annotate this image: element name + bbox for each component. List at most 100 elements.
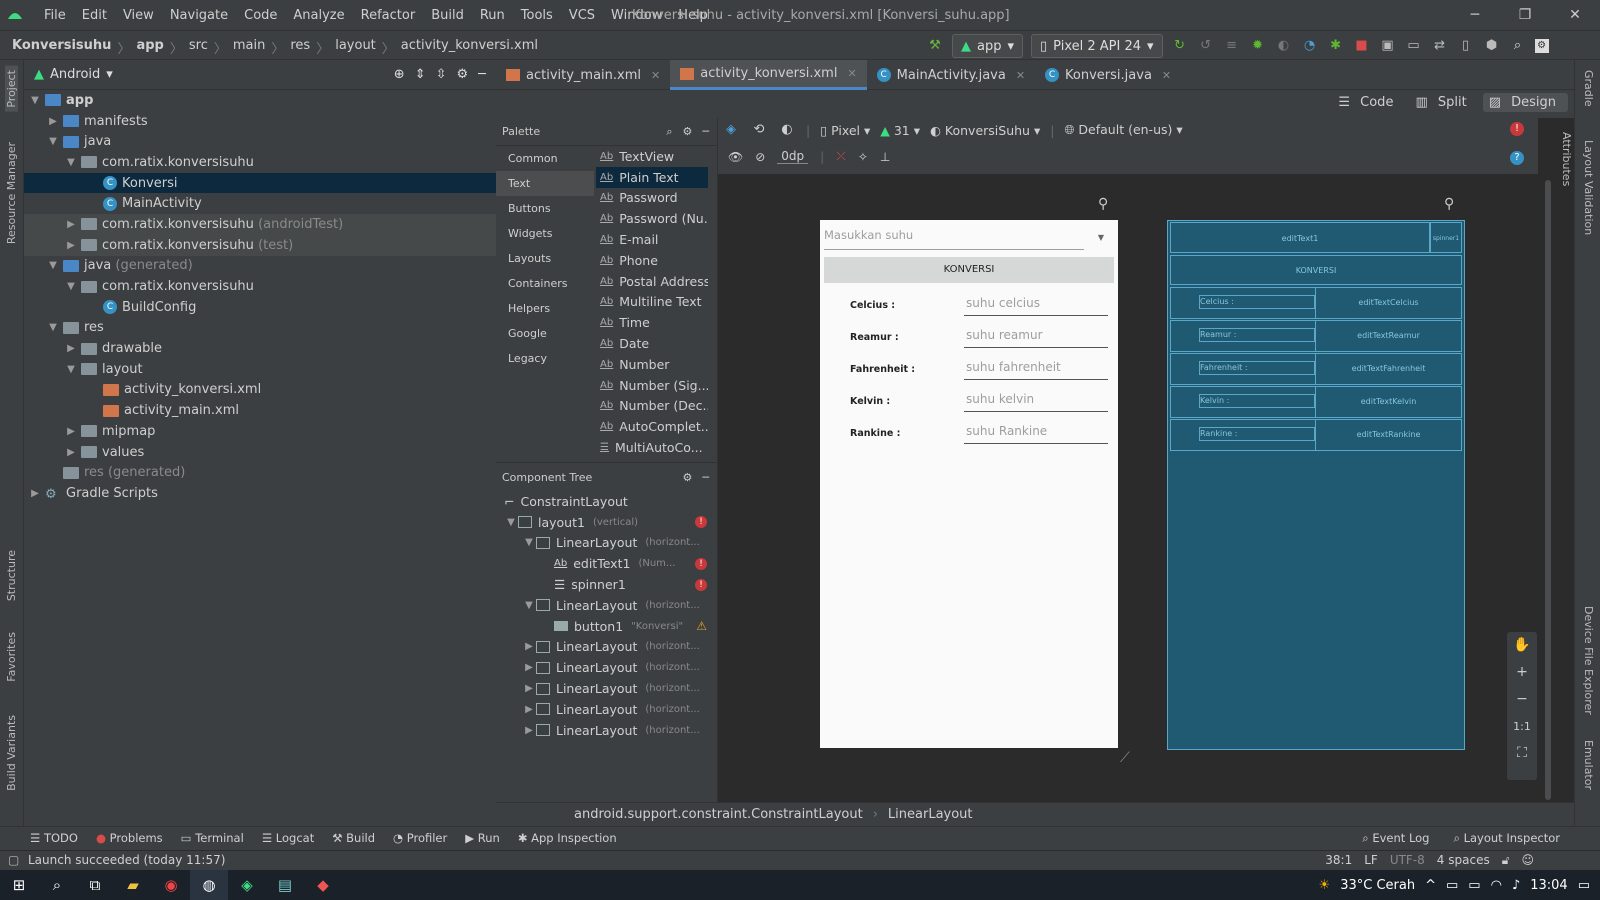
chevron-down-icon[interactable]: ▼ <box>64 281 78 292</box>
tree-item-package[interactable]: ▼ com.ratix.konversisuhu <box>24 152 496 173</box>
android-studio-taskbar-icon[interactable]: ◈ <box>228 870 266 900</box>
palette-category-buttons[interactable]: Buttons <box>496 196 594 221</box>
chevron-right-icon[interactable]: ▶ <box>64 447 78 458</box>
tree-item-mainactivity[interactable]: C MainActivity <box>24 193 496 214</box>
notepad-icon[interactable]: ▤ <box>266 870 304 900</box>
battery-icon[interactable]: ▭ <box>1468 878 1480 893</box>
gradle-tab[interactable]: Gradle <box>1582 70 1595 107</box>
app-inspection-tab[interactable]: ✱ App Inspection <box>518 831 617 845</box>
palette-item[interactable]: Ab Time <box>596 312 708 333</box>
guidelines-icon[interactable]: ⊥ <box>880 150 890 164</box>
tree-item-res-generated[interactable]: res (generated) <box>24 462 496 483</box>
structure-tab[interactable]: Structure <box>5 550 18 601</box>
tree-item-java[interactable]: ▼ java <box>24 131 496 152</box>
component-node[interactable]: ▼ LinearLayout (horizont... <box>496 533 717 554</box>
chevron-down-icon[interactable]: ▼ <box>522 537 536 548</box>
tree-item-activity-konversi[interactable]: activity_konversi.xml <box>24 380 496 401</box>
tree-item-java-generated[interactable]: ▼ java (generated) <box>24 256 496 277</box>
blueprint-label[interactable]: Rankine : <box>1199 427 1315 441</box>
konversi-button-preview[interactable]: KONVERSI <box>824 257 1114 283</box>
crumb-module[interactable]: app <box>136 38 163 57</box>
palette-item[interactable]: Ab Password (Nu... <box>596 208 708 229</box>
tree-item-app[interactable]: ▼ app <box>24 90 496 111</box>
palette-category-legacy[interactable]: Legacy <box>496 346 594 371</box>
eye-icon[interactable]: 👁︎ <box>728 150 743 164</box>
problems-tab[interactable]: ● Problems <box>96 831 163 845</box>
task-view-icon[interactable]: ⧉ <box>76 870 114 900</box>
crumb-main[interactable]: main <box>233 38 265 57</box>
canvas-scrollbar[interactable] <box>1545 180 1551 800</box>
blueprint-spinner[interactable]: spinner1 <box>1430 222 1462 253</box>
menu-file[interactable]: File <box>36 8 74 23</box>
row-input[interactable]: suhu celcius <box>964 292 1108 316</box>
minimize-icon[interactable]: ─ <box>1450 0 1500 30</box>
chevron-down-icon[interactable]: ▼ <box>46 260 60 271</box>
design-preview[interactable]: Masukkan suhu ▼ KONVERSI Celcius : suhu c… <box>820 220 1118 748</box>
crumb-file[interactable]: activity_konversi.xml <box>401 38 538 57</box>
palette-item[interactable]: Ab Postal Address <box>596 271 708 292</box>
sync-gradle-icon[interactable]: ⇄ <box>1431 37 1449 55</box>
inspection-icon[interactable]: ☺ <box>1521 853 1534 868</box>
chevron-down-icon[interactable]: ▼ <box>46 322 60 333</box>
stop-icon[interactable]: ■ <box>1353 37 1371 55</box>
close-icon[interactable]: ✕ <box>651 69 660 82</box>
palette-item[interactable]: Ab Plain Text <box>596 166 708 188</box>
palette-item[interactable]: ☰ MultiAutoCo... <box>596 437 708 458</box>
orientation-icon[interactable]: ⟲ <box>750 121 768 139</box>
component-node[interactable]: ▶ LinearLayout (horizont... <box>496 678 717 699</box>
row-input[interactable]: suhu reamur <box>964 324 1108 348</box>
crumb-constraintlayout[interactable]: android.support.constraint.ConstraintLay… <box>574 807 863 822</box>
volume-icon[interactable]: ♪ <box>1512 878 1520 893</box>
menu-view[interactable]: View <box>115 8 162 23</box>
theme-selector[interactable]: ◐ KonversiSuhu ▾ <box>930 123 1040 138</box>
tab-konversi[interactable]: C Konversi.java ✕ <box>1035 60 1181 90</box>
project-structure-icon[interactable]: ▣ <box>1379 37 1397 55</box>
menu-vcs[interactable]: VCS <box>561 8 603 23</box>
search-icon[interactable]: ⌕ <box>666 125 672 139</box>
tree-item-res[interactable]: ▼ res <box>24 318 496 339</box>
error-icon[interactable]: ! <box>1510 122 1524 136</box>
design-mode-button[interactable]: ▨ Design <box>1482 93 1568 112</box>
close-icon[interactable]: ✕ <box>1016 69 1025 82</box>
chrome-icon[interactable]: ◉ <box>152 870 190 900</box>
layers-icon[interactable]: ◈ <box>722 121 740 139</box>
chevron-down-icon[interactable]: ▾ <box>106 67 113 82</box>
emulator-tab[interactable]: Emulator <box>1582 740 1595 790</box>
tree-item-gradle-scripts[interactable]: ▶ ⚙ Gradle Scripts <box>24 483 496 504</box>
palette-item[interactable]: Ab Date <box>596 333 708 354</box>
night-mode-icon[interactable]: ◐ <box>778 121 796 139</box>
tree-item-drawable[interactable]: ▶ drawable <box>24 338 496 359</box>
help-icon[interactable]: ? <box>1510 151 1524 165</box>
crumb-project[interactable]: Konversisuhu <box>12 38 111 57</box>
chevron-down-icon[interactable]: ▼ <box>64 364 78 375</box>
tab-activity-konversi[interactable]: activity_konversi.xml ✕ <box>670 60 867 90</box>
build-variants-tab[interactable]: Build Variants <box>5 715 18 791</box>
chevron-up-icon[interactable]: ^ <box>1425 878 1436 893</box>
resize-handle-icon[interactable]: ⟋ <box>1120 750 1130 766</box>
windows-start-icon[interactable]: ⊞ <box>0 870 38 900</box>
tree-item-layout[interactable]: ▼ layout <box>24 359 496 380</box>
palette-item[interactable]: Ab Multiline Text <box>596 292 708 313</box>
project-tool-tab[interactable]: Project <box>5 66 18 112</box>
chevron-right-icon[interactable]: ▶ <box>522 725 536 736</box>
blueprint-label[interactable]: Fahrenheit : <box>1199 361 1315 375</box>
code-mode-button[interactable]: ☰ Code <box>1332 93 1405 112</box>
device-dropdown[interactable]: ▯ Pixel 2 API 24 ▾ <box>1031 34 1163 58</box>
blueprint-label[interactable]: Kelvin : <box>1199 394 1315 408</box>
wifi-icon[interactable]: ◠ <box>1491 878 1502 893</box>
lock-icon[interactable]: 🔓︎ <box>1502 853 1510 868</box>
pin-icon[interactable]: ⚲ <box>1444 196 1454 212</box>
gear-icon[interactable]: ⚙ <box>457 67 469 82</box>
attributes-tab[interactable]: Attributes <box>1560 132 1573 186</box>
crumb-layout[interactable]: layout <box>335 38 376 57</box>
crumb-linearlayout[interactable]: LinearLayout <box>888 807 973 822</box>
blueprint-button[interactable]: KONVERSI <box>1170 255 1462 285</box>
profiler-tab[interactable]: ◔ Profiler <box>393 831 447 845</box>
palette-category-layouts[interactable]: Layouts <box>496 246 594 271</box>
weather-text[interactable]: 33°C Cerah <box>1340 878 1415 893</box>
autoconnect-off-icon[interactable]: ⊘ <box>755 150 765 164</box>
component-node[interactable]: ▶ LinearLayout (horizont... <box>496 699 717 720</box>
todo-tab[interactable]: ☰ TODO <box>30 831 78 845</box>
spinner-preview[interactable]: Masukkan suhu <box>824 228 1084 250</box>
component-node[interactable]: button1 "Konversi" ⚠ <box>496 616 717 637</box>
